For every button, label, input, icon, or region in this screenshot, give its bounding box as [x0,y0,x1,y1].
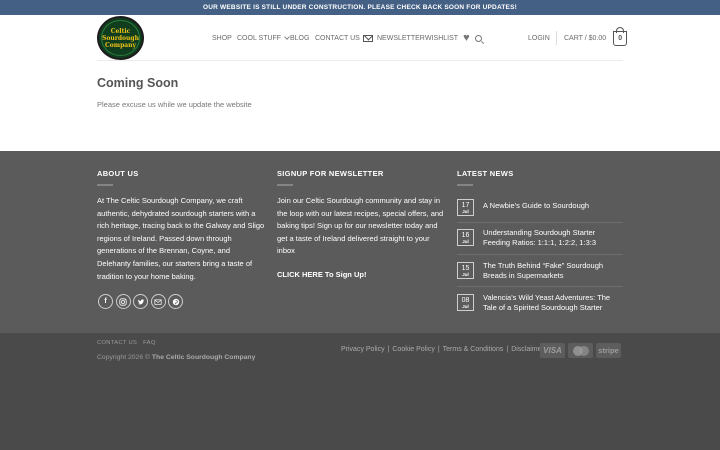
facebook-icon[interactable]: f [98,294,113,309]
cookie-policy-link[interactable]: Cookie Policy [392,346,434,353]
about-divider [97,184,113,186]
post-month: Jul [462,303,469,309]
stripe-label: stripe [598,346,619,355]
nav-shop[interactable]: SHOP [212,35,232,42]
legal-separator: | [506,346,509,353]
news-post[interactable]: 17 Jul A Newbie's Guide to Sourdough [457,199,623,216]
post-date-badge: 17 Jul [457,199,474,216]
post-month: Jul [462,238,469,244]
nav-cool-stuff-wrap: COOL STUFF [237,31,290,45]
post-title[interactable]: Understanding Sourdough Starter Feeding … [483,228,623,247]
nav-blog-wrap: BLOG [290,31,309,45]
post-day: 15 [461,264,470,272]
email-icon[interactable] [150,294,166,309]
site-logo[interactable]: Celtic Sourdough Company [97,16,144,60]
logo-ring [101,20,140,56]
post-month: Jul [462,208,469,214]
post-divider [457,254,623,255]
nav-login-wrap: LOGIN [528,31,550,45]
cart-count-badge: 0 [613,26,628,46]
main-nav: SHOP [212,31,232,45]
post-divider [457,222,623,223]
post-date-badge: 08 Jul [457,294,474,311]
nav-newsletter-wrap: NEWSLETTER [363,31,425,45]
social-icons: f [98,294,183,309]
terms-link[interactable]: Terms & Conditions [443,346,504,353]
nav-cool-stuff[interactable]: COOL STUFF [237,33,290,42]
footer-link-contact[interactable]: CONTACT US [97,340,137,346]
nav-cart-label: CART / $0.00 [564,34,607,42]
copyright-company: The Celtic Sourdough Company [151,354,256,361]
disclaimer-link[interactable]: Disclaimer [511,346,544,353]
news-post[interactable]: 08 Jul Valencia's Wild Yeast Adventures:… [457,293,623,312]
copyright: Copyright 2026 © The Celtic Sourdough Co… [97,354,255,361]
latest-news-title: LATEST NEWS [457,169,514,178]
nav-cool-stuff-label: COOL STUFF [237,34,282,42]
news-post[interactable]: 15 Jul The Truth Behind “Fake” Sourdough… [457,261,623,280]
news-post[interactable]: 16 Jul Understanding Sourdough Starter F… [457,228,623,247]
footer-nav: CONTACT US FAQ [97,340,156,346]
post-date-badge: 15 Jul [457,262,474,279]
pinterest-icon[interactable] [168,294,183,309]
nav-wishlist-label: WISHLIST [425,34,459,42]
nav-search-wrap [475,31,482,45]
construction-notice-text: Our website is still under construction.… [203,4,517,11]
post-title[interactable]: A Newbie's Guide to Sourdough [483,201,623,211]
heart-icon: ♥ [463,32,470,44]
nav-blog[interactable]: BLOG [290,35,309,42]
search-icon[interactable] [475,34,482,42]
signup-title: SIGNUP FOR NEWSLETTER [277,169,384,178]
post-title[interactable]: Valencia's Wild Yeast Adventures: The Ta… [483,293,623,312]
latest-news-divider [457,184,473,186]
twitter-icon[interactable] [133,294,148,309]
post-day: 16 [461,231,470,239]
nav-newsletter[interactable]: NEWSLETTER [363,34,425,42]
nav-newsletter-label: NEWSLETTER [377,34,425,42]
signup-divider [277,184,293,186]
page-message: Please excuse us while we update the web… [97,100,252,109]
nav-wishlist[interactable]: WISHLIST ♥ [425,32,470,44]
envelope-icon [363,34,373,42]
signup-link[interactable]: CLICK HERE To Sign Up! [277,270,366,279]
mastercard-circles [572,345,589,356]
nav-cart-wrap: CART / $0.00 0 [564,26,628,46]
post-date-badge: 16 Jul [457,229,474,246]
nav-cart[interactable]: CART / $0.00 0 [564,26,628,46]
construction-notice-bar: Our website is still under construction.… [0,0,720,15]
legal-separator: | [437,346,440,353]
nav-login[interactable]: LOGIN [528,35,550,42]
post-day: 08 [461,296,470,304]
about-text: At The Celtic Sourdough Company, we craf… [97,196,265,281]
legal-links: Privacy Policy | Cookie Policy | Terms &… [341,346,544,353]
nav-wishlist-wrap: WISHLIST ♥ [425,31,470,45]
copyright-prefix: Copyright 2026 © [97,354,150,361]
legal-separator: | [387,346,390,353]
visa-label: VISA [543,346,562,355]
post-divider [457,286,623,287]
post-month: Jul [462,271,469,277]
signup-text: Join our Celtic Sourdough community and … [277,196,444,256]
visa-icon: VISA [540,343,565,358]
mastercard-icon [568,343,593,358]
post-day: 17 [461,201,470,209]
instagram-icon[interactable] [115,294,131,309]
about-title: ABOUT US [97,169,139,178]
post-title[interactable]: The Truth Behind “Fake” Sourdough Breads… [483,261,623,280]
nav-contact-us[interactable]: CONTACT US [315,35,360,42]
stripe-icon: stripe [596,343,621,358]
page-title: Coming Soon [97,76,179,90]
nav-contact-wrap: CONTACT US [315,31,360,45]
footer-link-faq[interactable]: FAQ [143,340,156,346]
privacy-policy-link[interactable]: Privacy Policy [341,346,385,353]
nav-separator [556,31,557,45]
